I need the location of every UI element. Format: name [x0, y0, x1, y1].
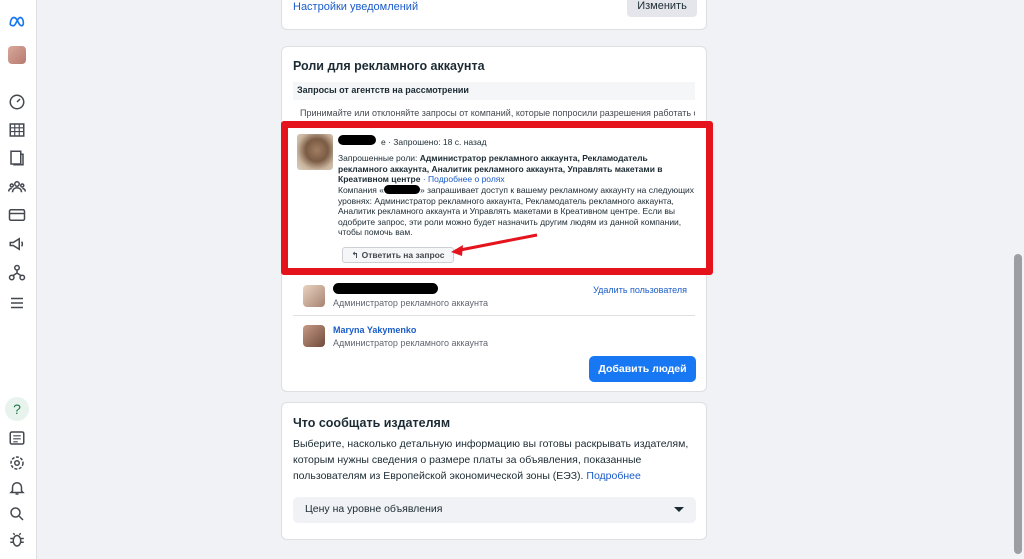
requested-time: е · Запрошено: 18 с. назад: [381, 137, 487, 147]
menu-icon[interactable]: [6, 292, 28, 314]
table-icon[interactable]: [6, 119, 28, 141]
reply-icon: ↰: [351, 249, 359, 260]
pages-icon[interactable]: [6, 147, 28, 169]
reply-button-label: Ответить на запрос: [361, 250, 445, 260]
publishers-card-title: Что сообщать издателям: [293, 416, 451, 430]
change-button[interactable]: Изменить: [627, 0, 697, 17]
avatar[interactable]: [8, 46, 26, 64]
user-name[interactable]: Maryna Yakymenko: [333, 325, 416, 335]
accept-requests-text: Принимайте или отклоняйте запросы от ком…: [300, 108, 695, 118]
gauge-icon[interactable]: [6, 91, 28, 113]
redacted-name: [333, 283, 438, 294]
roles-card-title: Роли для рекламного аккаунта: [293, 59, 485, 73]
audience-icon[interactable]: [6, 176, 28, 198]
reply-to-request-button[interactable]: ↰ Ответить на запрос: [342, 247, 454, 263]
company-prefix: Компания «: [338, 185, 384, 195]
search-icon[interactable]: [6, 503, 28, 525]
user-avatar: [303, 325, 325, 347]
redacted-company-name: [384, 185, 420, 194]
roles-learn-more-link[interactable]: · Подробнее о ролях: [423, 174, 505, 184]
notifications-card: Настройки уведомлений Изменить: [281, 0, 707, 30]
user-role: Администратор рекламного аккаунта: [333, 298, 488, 308]
page-scrollbar[interactable]: [1012, 0, 1024, 559]
pending-requests-header: Запросы от агентств на рассмотрении: [293, 82, 695, 100]
publishers-card: Что сообщать издателям Выберите, насколь…: [281, 402, 707, 540]
user-avatar: [303, 285, 325, 307]
bug-icon[interactable]: [6, 529, 28, 551]
news-icon[interactable]: [6, 427, 28, 449]
user-row: Maryna Yakymenko Администратор рекламног…: [293, 321, 695, 359]
requested-time-text: · Запрошено: 18 с. назад: [388, 137, 487, 147]
add-people-button[interactable]: Добавить людей: [589, 356, 696, 382]
meta-logo-icon[interactable]: [6, 11, 28, 33]
megaphone-icon[interactable]: [6, 233, 28, 255]
agency-avatar: [297, 134, 333, 170]
help-icon[interactable]: ?: [5, 397, 29, 421]
learn-more-link[interactable]: Подробнее: [586, 470, 640, 482]
price-level-value: Цену на уровне объявления: [305, 503, 443, 515]
billing-icon[interactable]: [6, 204, 28, 226]
price-level-select[interactable]: Цену на уровне объявления: [293, 497, 696, 523]
requested-roles-label: Запрошенные роли:: [338, 153, 418, 163]
chevron-down-icon: [674, 507, 684, 512]
red-arrow-annotation: [451, 233, 538, 256]
scrollbar-thumb[interactable]: [1014, 254, 1022, 554]
row-divider: [293, 315, 695, 316]
bell-icon[interactable]: [6, 477, 28, 499]
user-role: Администратор рекламного аккаунта: [333, 338, 488, 348]
remove-user-link[interactable]: Удалить пользователя: [593, 285, 687, 295]
redacted-agency-name: [338, 135, 376, 145]
gear-icon[interactable]: [6, 452, 28, 474]
publishers-description: Выберите, насколько детальную информацию…: [293, 436, 697, 484]
notifications-settings-link[interactable]: Настройки уведомлений: [293, 1, 418, 13]
left-navigation-rail: ?: [0, 0, 37, 559]
user-row: Администратор рекламного аккаунта Удалит…: [293, 281, 695, 319]
requested-prefix: е: [381, 137, 386, 147]
tree-icon[interactable]: [6, 262, 28, 284]
requested-roles: Запрошенные роли: Администратор рекламно…: [338, 153, 698, 185]
